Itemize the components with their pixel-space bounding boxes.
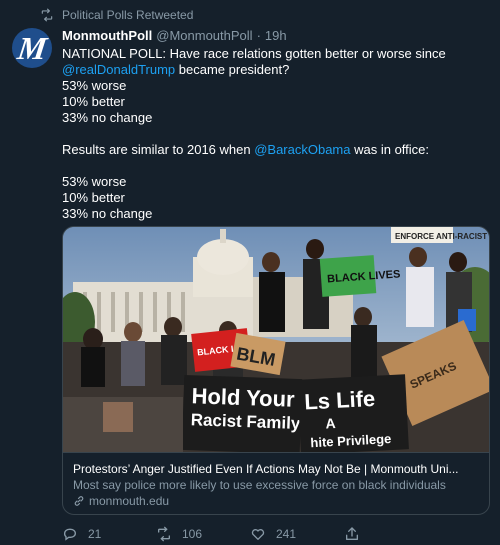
- action-bar: 21 106 241: [62, 526, 490, 542]
- link-icon: [74, 496, 84, 506]
- retweet-button[interactable]: 106: [156, 526, 250, 542]
- mention-link[interactable]: @BarackObama: [254, 142, 350, 157]
- retweet-count: 106: [182, 527, 203, 541]
- svg-text:Racist Family: Racist Family: [190, 410, 301, 433]
- retweet-context[interactable]: Political Polls Retweeted: [40, 8, 193, 22]
- timestamp[interactable]: 19h: [265, 28, 287, 44]
- svg-text:ENFORCE ANTI-RACIST: ENFORCE ANTI-RACIST: [395, 232, 487, 241]
- avatar[interactable]: M: [12, 28, 52, 68]
- like-count: 241: [276, 527, 297, 541]
- card-domain: monmouth.edu: [73, 493, 479, 509]
- share-button[interactable]: [344, 526, 438, 542]
- like-button[interactable]: 241: [250, 526, 344, 542]
- avatar-monogram: M: [15, 29, 49, 66]
- tweet-text-fragment: Results are similar to 2016 when: [62, 142, 255, 157]
- tweet-line: @realDonaldTrump became president?: [62, 62, 490, 78]
- hold-your-racist-family-sign: Hold Your Racist Family: [181, 374, 303, 452]
- poll-stat: 10% better: [62, 94, 125, 109]
- tweet-line: NATIONAL POLL: Have race relations gotte…: [62, 46, 446, 61]
- poll-stat: 53% worse: [62, 78, 127, 93]
- tweet-line: Results are similar to 2016 when @Barack…: [62, 142, 490, 158]
- separator-dot: ·: [256, 28, 261, 43]
- tweet-body: MonmouthPoll @MonmouthPoll · 19h NATIONA…: [62, 28, 490, 222]
- display-name[interactable]: MonmouthPoll: [62, 28, 152, 44]
- card-domain-text: monmouth.edu: [89, 494, 170, 508]
- poll-stat: 33% no change: [62, 206, 153, 221]
- poll-stat: 53% worse: [62, 174, 127, 189]
- link-card[interactable]: BLACK LIVES ENFORCE ANTI-RACIST BLACK LI…: [62, 226, 490, 515]
- mention-link[interactable]: @realDonaldTrump: [62, 62, 175, 77]
- card-image[interactable]: BLACK LIVES ENFORCE ANTI-RACIST BLACK LI…: [63, 227, 489, 452]
- card-title[interactable]: Protestors’ Anger Justified Even If Acti…: [73, 461, 479, 477]
- handle[interactable]: @MonmouthPoll: [156, 28, 252, 44]
- heart-icon: [251, 529, 265, 540]
- share-icon: [346, 527, 358, 540]
- card-description: Most say police more likely to use exces…: [73, 478, 446, 492]
- svg-text:Hold Your: Hold Your: [191, 383, 295, 412]
- poll-stat: 10% better: [62, 190, 125, 205]
- poll-stat: 33% no change: [62, 110, 153, 125]
- retweet-label: Political Polls Retweeted: [62, 8, 194, 22]
- retweet-icon: [158, 526, 170, 542]
- tweet-text-fragment: was in office:: [350, 142, 430, 157]
- svg-text:A: A: [325, 415, 336, 432]
- tweet-text: NATIONAL POLL: Have race relations gotte…: [62, 46, 490, 222]
- tweet-text-fragment: became president?: [175, 62, 290, 77]
- svg-text:Ls Life: Ls Life: [304, 386, 376, 415]
- tweet-header: MonmouthPoll @MonmouthPoll · 19h: [62, 28, 490, 44]
- lives-matter-sign: Ls Life A hite Privilege: [297, 374, 409, 452]
- reply-button[interactable]: 21: [62, 526, 156, 542]
- reply-icon: [63, 528, 76, 541]
- protest-photo: BLACK LIVES ENFORCE ANTI-RACIST BLACK LI…: [63, 227, 489, 452]
- reply-count: 21: [88, 527, 102, 541]
- card-meta: Protestors’ Anger Justified Even If Acti…: [63, 452, 489, 514]
- retweet-icon: [41, 8, 53, 22]
